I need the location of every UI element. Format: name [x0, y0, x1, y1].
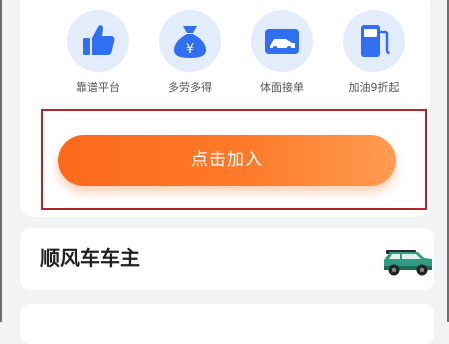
- money-bag-icon: ¥: [159, 10, 221, 72]
- next-card: [20, 304, 434, 344]
- thumbs-up-icon: [67, 10, 129, 72]
- car-card-icon: [251, 10, 313, 72]
- feature-label: 体面接单: [260, 81, 304, 94]
- feature-item-reliable-platform: 靠谱平台: [50, 10, 146, 100]
- feature-item-decent-orders: 体面接单: [234, 10, 330, 100]
- svg-text:¥: ¥: [186, 42, 194, 57]
- feature-item-fuel-discount: 加油9折起: [326, 10, 422, 100]
- fuel-pump-icon: [343, 10, 405, 72]
- feature-label: 靠谱平台: [76, 81, 120, 94]
- feature-list: 靠谱平台 ¥ 多劳多得 体面接单 加油9折起: [50, 10, 440, 100]
- left-border: [0, 0, 2, 322]
- feature-item-more-work-more-pay: ¥ 多劳多得: [142, 10, 238, 100]
- owner-card-title: 顺风车车主: [40, 246, 140, 270]
- join-button[interactable]: 点击加入: [58, 135, 396, 186]
- suv-car-icon: [384, 250, 432, 276]
- feature-label: 多劳多得: [168, 81, 212, 94]
- owner-card[interactable]: 顺风车车主: [20, 228, 434, 290]
- feature-label: 加油9折起: [348, 81, 400, 94]
